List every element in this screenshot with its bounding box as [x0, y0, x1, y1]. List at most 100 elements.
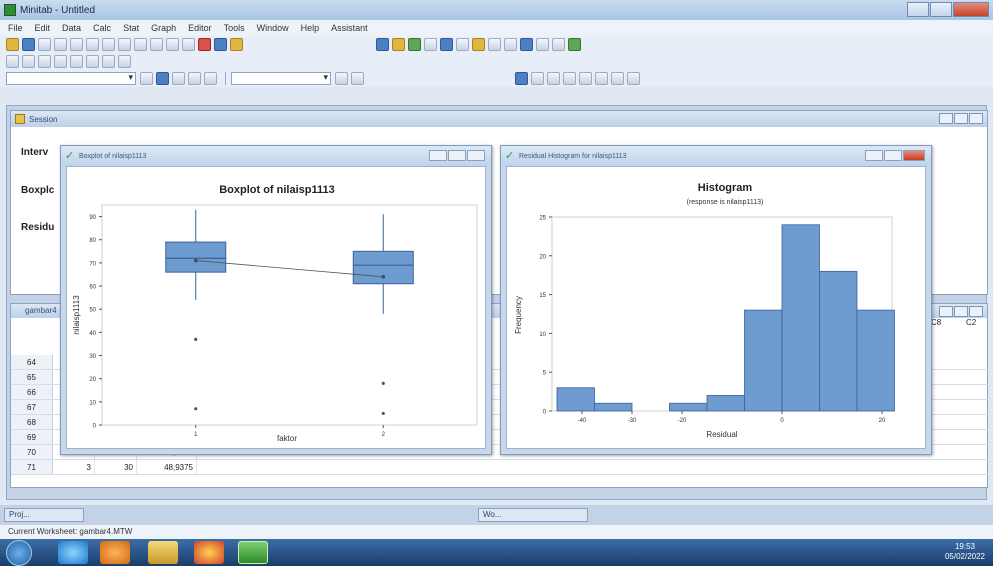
text-icon[interactable] — [531, 72, 544, 85]
font-option-icon[interactable] — [335, 72, 348, 85]
polygon-icon[interactable] — [611, 72, 624, 85]
ellipse-icon[interactable] — [563, 72, 576, 85]
find-icon[interactable] — [182, 38, 195, 51]
menu-graph[interactable]: Graph — [151, 23, 176, 33]
row-number[interactable]: 64 — [11, 355, 53, 369]
boxplot-window-titlebar[interactable]: ✓ Boxplot of nilaisp1113 — [61, 146, 491, 166]
system-tray-clock[interactable]: 19:53 05/02/2022 — [945, 542, 985, 562]
related-documents-icon[interactable] — [488, 38, 501, 51]
worksheet-selector[interactable] — [6, 72, 136, 85]
marker-icon[interactable] — [627, 72, 640, 85]
session-window-titlebar[interactable]: Session — [11, 111, 987, 127]
menu-data[interactable]: Data — [62, 23, 81, 33]
history-icon[interactable] — [456, 38, 469, 51]
magnify-icon[interactable] — [351, 72, 364, 85]
row-number[interactable]: 68 — [11, 415, 53, 429]
copy-icon[interactable] — [70, 38, 83, 51]
info-icon[interactable] — [440, 38, 453, 51]
font-selector[interactable] — [231, 72, 331, 85]
menu-editor[interactable]: Editor — [188, 23, 212, 33]
undo-icon[interactable] — [102, 38, 115, 51]
close-all-graphs-icon[interactable] — [536, 38, 549, 51]
boxplot-graph-window[interactable]: ✓ Boxplot of nilaisp1113 Boxplot of nila… — [60, 145, 492, 455]
histogram-close-button[interactable] — [903, 150, 925, 161]
maximize-button[interactable] — [930, 2, 952, 17]
pencil-icon[interactable] — [86, 55, 99, 68]
crosshair-icon[interactable] — [22, 55, 35, 68]
report-pad-icon[interactable] — [472, 38, 485, 51]
session-maximize-button[interactable] — [954, 113, 968, 124]
boxplot-minimize-button[interactable] — [429, 150, 447, 161]
menu-stat[interactable]: Stat — [123, 23, 139, 33]
line-tool-icon[interactable] — [172, 72, 185, 85]
print-icon[interactable] — [38, 38, 51, 51]
file-explorer-icon[interactable] — [148, 541, 178, 564]
select-region-icon[interactable] — [156, 72, 169, 85]
histogram-graph-window[interactable]: ✓ Residual Histogram for nilaisp1113 His… — [500, 145, 932, 455]
worksheet-minimize-button[interactable] — [939, 306, 953, 317]
worksheet-minimized-tab[interactable]: Wo... — [478, 508, 588, 522]
insert-row-icon[interactable] — [150, 38, 163, 51]
column-header[interactable]: C8 — [931, 318, 941, 327]
project-manager-tab[interactable]: Proj... — [4, 508, 84, 522]
histogram-window-titlebar[interactable]: ✓ Residual Histogram for nilaisp1113 — [501, 146, 931, 166]
boxplot-graph-area[interactable]: Boxplot of nilaisp1113 0 10 20 30 40 50 60 70 80… — [66, 166, 486, 449]
worksheet-icon[interactable] — [392, 38, 405, 51]
session-minimize-button[interactable] — [939, 113, 953, 124]
row-number[interactable]: 70 — [11, 445, 53, 459]
menu-file[interactable]: File — [8, 23, 23, 33]
graph-folder-icon[interactable] — [408, 38, 421, 51]
minimize-button[interactable] — [907, 2, 929, 17]
start-button[interactable] — [6, 540, 32, 566]
histogram-minimize-button[interactable] — [865, 150, 883, 161]
rectangle-icon[interactable] — [547, 72, 560, 85]
flag-icon[interactable] — [70, 55, 83, 68]
insert-column-icon[interactable] — [166, 38, 179, 51]
session-close-button[interactable] — [969, 113, 983, 124]
session-window-icon[interactable] — [376, 38, 389, 51]
menu-assistant[interactable]: Assistant — [331, 23, 368, 33]
zoom-icon[interactable] — [38, 55, 51, 68]
design-icon[interactable] — [504, 38, 517, 51]
cut-icon[interactable] — [54, 38, 67, 51]
assistant-icon[interactable] — [230, 38, 243, 51]
cell[interactable]: 30 — [95, 460, 137, 474]
menu-tools[interactable]: Tools — [224, 23, 245, 33]
cell[interactable]: 3 — [53, 460, 95, 474]
row-number[interactable]: 69 — [11, 430, 53, 444]
redo-icon[interactable] — [118, 38, 131, 51]
media-player-icon[interactable] — [100, 541, 130, 564]
graph-edit-icon[interactable] — [140, 72, 153, 85]
edit-last-dialog-icon[interactable] — [134, 38, 147, 51]
save-icon[interactable] — [22, 38, 35, 51]
menu-edit[interactable]: Edit — [35, 23, 51, 33]
delete-icon[interactable] — [102, 55, 115, 68]
select-icon[interactable] — [54, 55, 67, 68]
chart-option-icon[interactable] — [118, 55, 131, 68]
row-number[interactable]: 66 — [11, 385, 53, 399]
minitab-taskbar-icon[interactable] — [238, 541, 268, 564]
close-button[interactable] — [953, 2, 989, 17]
menu-help[interactable]: Help — [301, 23, 320, 33]
column-header[interactable]: C2 — [966, 318, 976, 327]
boxplot-maximize-button[interactable] — [448, 150, 466, 161]
manage-graphs-icon[interactable] — [552, 38, 565, 51]
cell[interactable]: 48,9375 — [137, 460, 197, 474]
add-icon[interactable] — [188, 72, 201, 85]
help-icon[interactable] — [214, 38, 227, 51]
open-project-icon[interactable] — [6, 38, 19, 51]
chrome-icon[interactable] — [194, 541, 224, 564]
paste-icon[interactable] — [86, 38, 99, 51]
boxplot-close-button[interactable] — [467, 150, 485, 161]
row-number[interactable]: 67 — [11, 400, 53, 414]
graph-layout-icon[interactable] — [568, 38, 581, 51]
menu-calc[interactable]: Calc — [93, 23, 111, 33]
histogram-graph-area[interactable]: Histogram (response is nilaisp1113) 0 5 10… — [506, 166, 926, 449]
worksheet-maximize-button[interactable] — [954, 306, 968, 317]
project-manager-icon[interactable] — [424, 38, 437, 51]
internet-explorer-icon[interactable] — [58, 541, 88, 564]
worksheet-close-button[interactable] — [969, 306, 983, 317]
cancel-icon[interactable] — [198, 38, 211, 51]
text-tool-icon[interactable] — [204, 72, 217, 85]
brush-icon[interactable] — [6, 55, 19, 68]
